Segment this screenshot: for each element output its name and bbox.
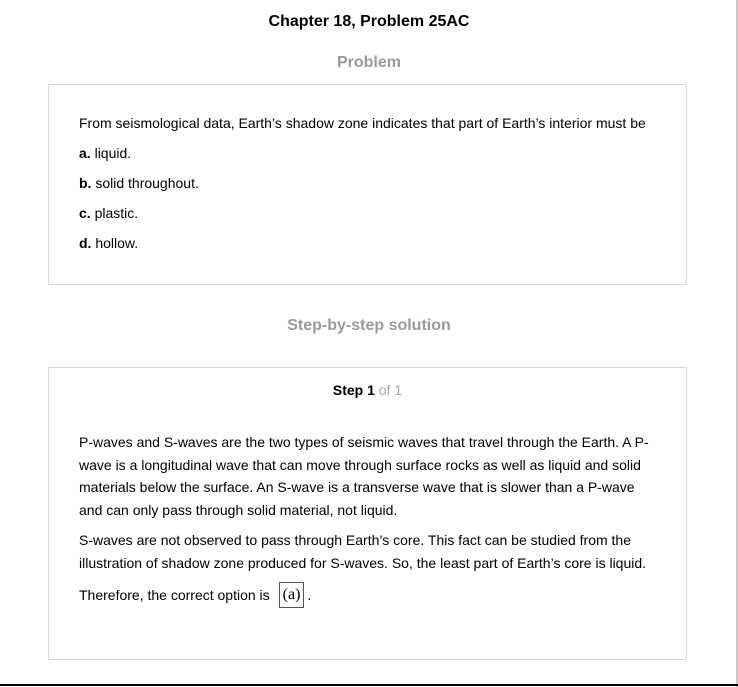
step-count: of 1 — [378, 382, 403, 398]
option-text: plastic. — [94, 205, 139, 221]
option-letter: d. — [79, 235, 92, 251]
option-c: c. plastic. — [79, 205, 656, 222]
option-a: a. liquid. — [79, 145, 656, 162]
answer-line: Therefore, the correct option is (a) . — [79, 582, 656, 608]
option-text: hollow. — [95, 235, 139, 251]
option-letter: c. — [79, 205, 91, 221]
option-d: d. hollow. — [79, 235, 656, 252]
step-label: Step 1 — [332, 382, 375, 398]
problem-card: From seismological data, Earth’s shadow … — [48, 84, 687, 285]
option-letter: a. — [79, 145, 91, 161]
answer-suffix: . — [307, 587, 312, 603]
bottom-border — [0, 684, 738, 686]
solution-paragraph: P-waves and S-waves are the two types of… — [79, 434, 649, 518]
answer-box: (a) — [278, 582, 305, 608]
answer-prefix: Therefore, the correct option is — [79, 587, 270, 603]
option-text: solid throughout. — [95, 175, 199, 191]
step-header: Step 1 of 1 — [79, 382, 656, 399]
solution-card: Step 1 of 1 P-waves and S-waves are the … — [48, 367, 687, 660]
problem-question: From seismological data, Earth’s shadow … — [79, 115, 646, 131]
problem-heading: Problem — [336, 54, 401, 71]
solution-paragraph: S-waves are not observed to pass through… — [79, 532, 647, 571]
page-title: Chapter 18, Problem 25AC — [268, 13, 470, 30]
option-b: b. solid throughout. — [79, 175, 656, 192]
solution-heading: Step-by-step solution — [287, 317, 451, 334]
option-text: liquid. — [94, 145, 132, 161]
option-letter: b. — [79, 175, 92, 191]
